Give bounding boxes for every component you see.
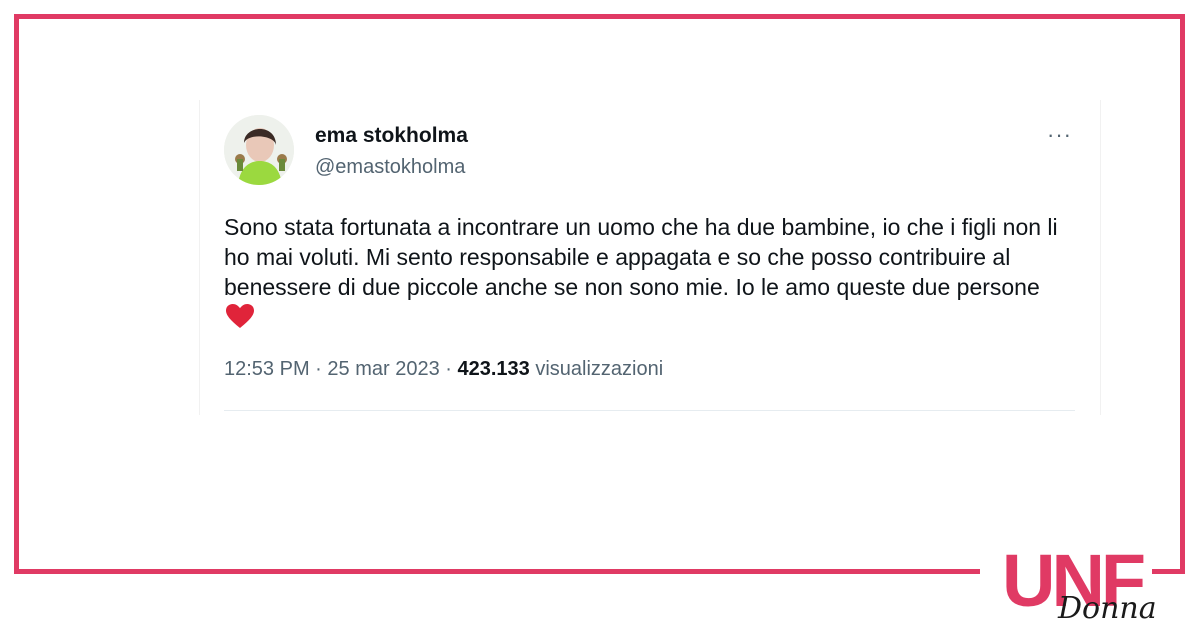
avatar[interactable] [224,115,294,185]
views-label: visualizzazioni [535,358,664,380]
author-name[interactable]: ema stokholma [315,124,468,148]
tweet-meta: 12:53 PM · 25 mar 2023 · 423.133 visuali… [224,358,663,381]
tweet-text-body: Sono stata fortunata a incontrare un uom… [224,214,1058,300]
red-heart-icon [225,303,255,336]
views-count[interactable]: 423.133 [458,358,530,380]
svg-text:Donna: Donna [1057,591,1157,626]
meta-separator: · [445,358,452,380]
tweet-text: Sono stata fortunata a incontrare un uom… [224,212,1069,336]
divider [224,410,1075,411]
unf-donna-logo: UNF Donna [1000,538,1185,626]
author-handle[interactable]: @emastokholma [315,156,465,179]
more-options-icon[interactable]: ··· [1047,122,1072,148]
tweet-date[interactable]: 25 mar 2023 [327,358,439,380]
tweet-time[interactable]: 12:53 PM [224,358,310,380]
meta-separator: · [315,358,322,380]
tweet-card: ema stokholma @emastokholma ··· Sono sta… [200,100,1100,415]
